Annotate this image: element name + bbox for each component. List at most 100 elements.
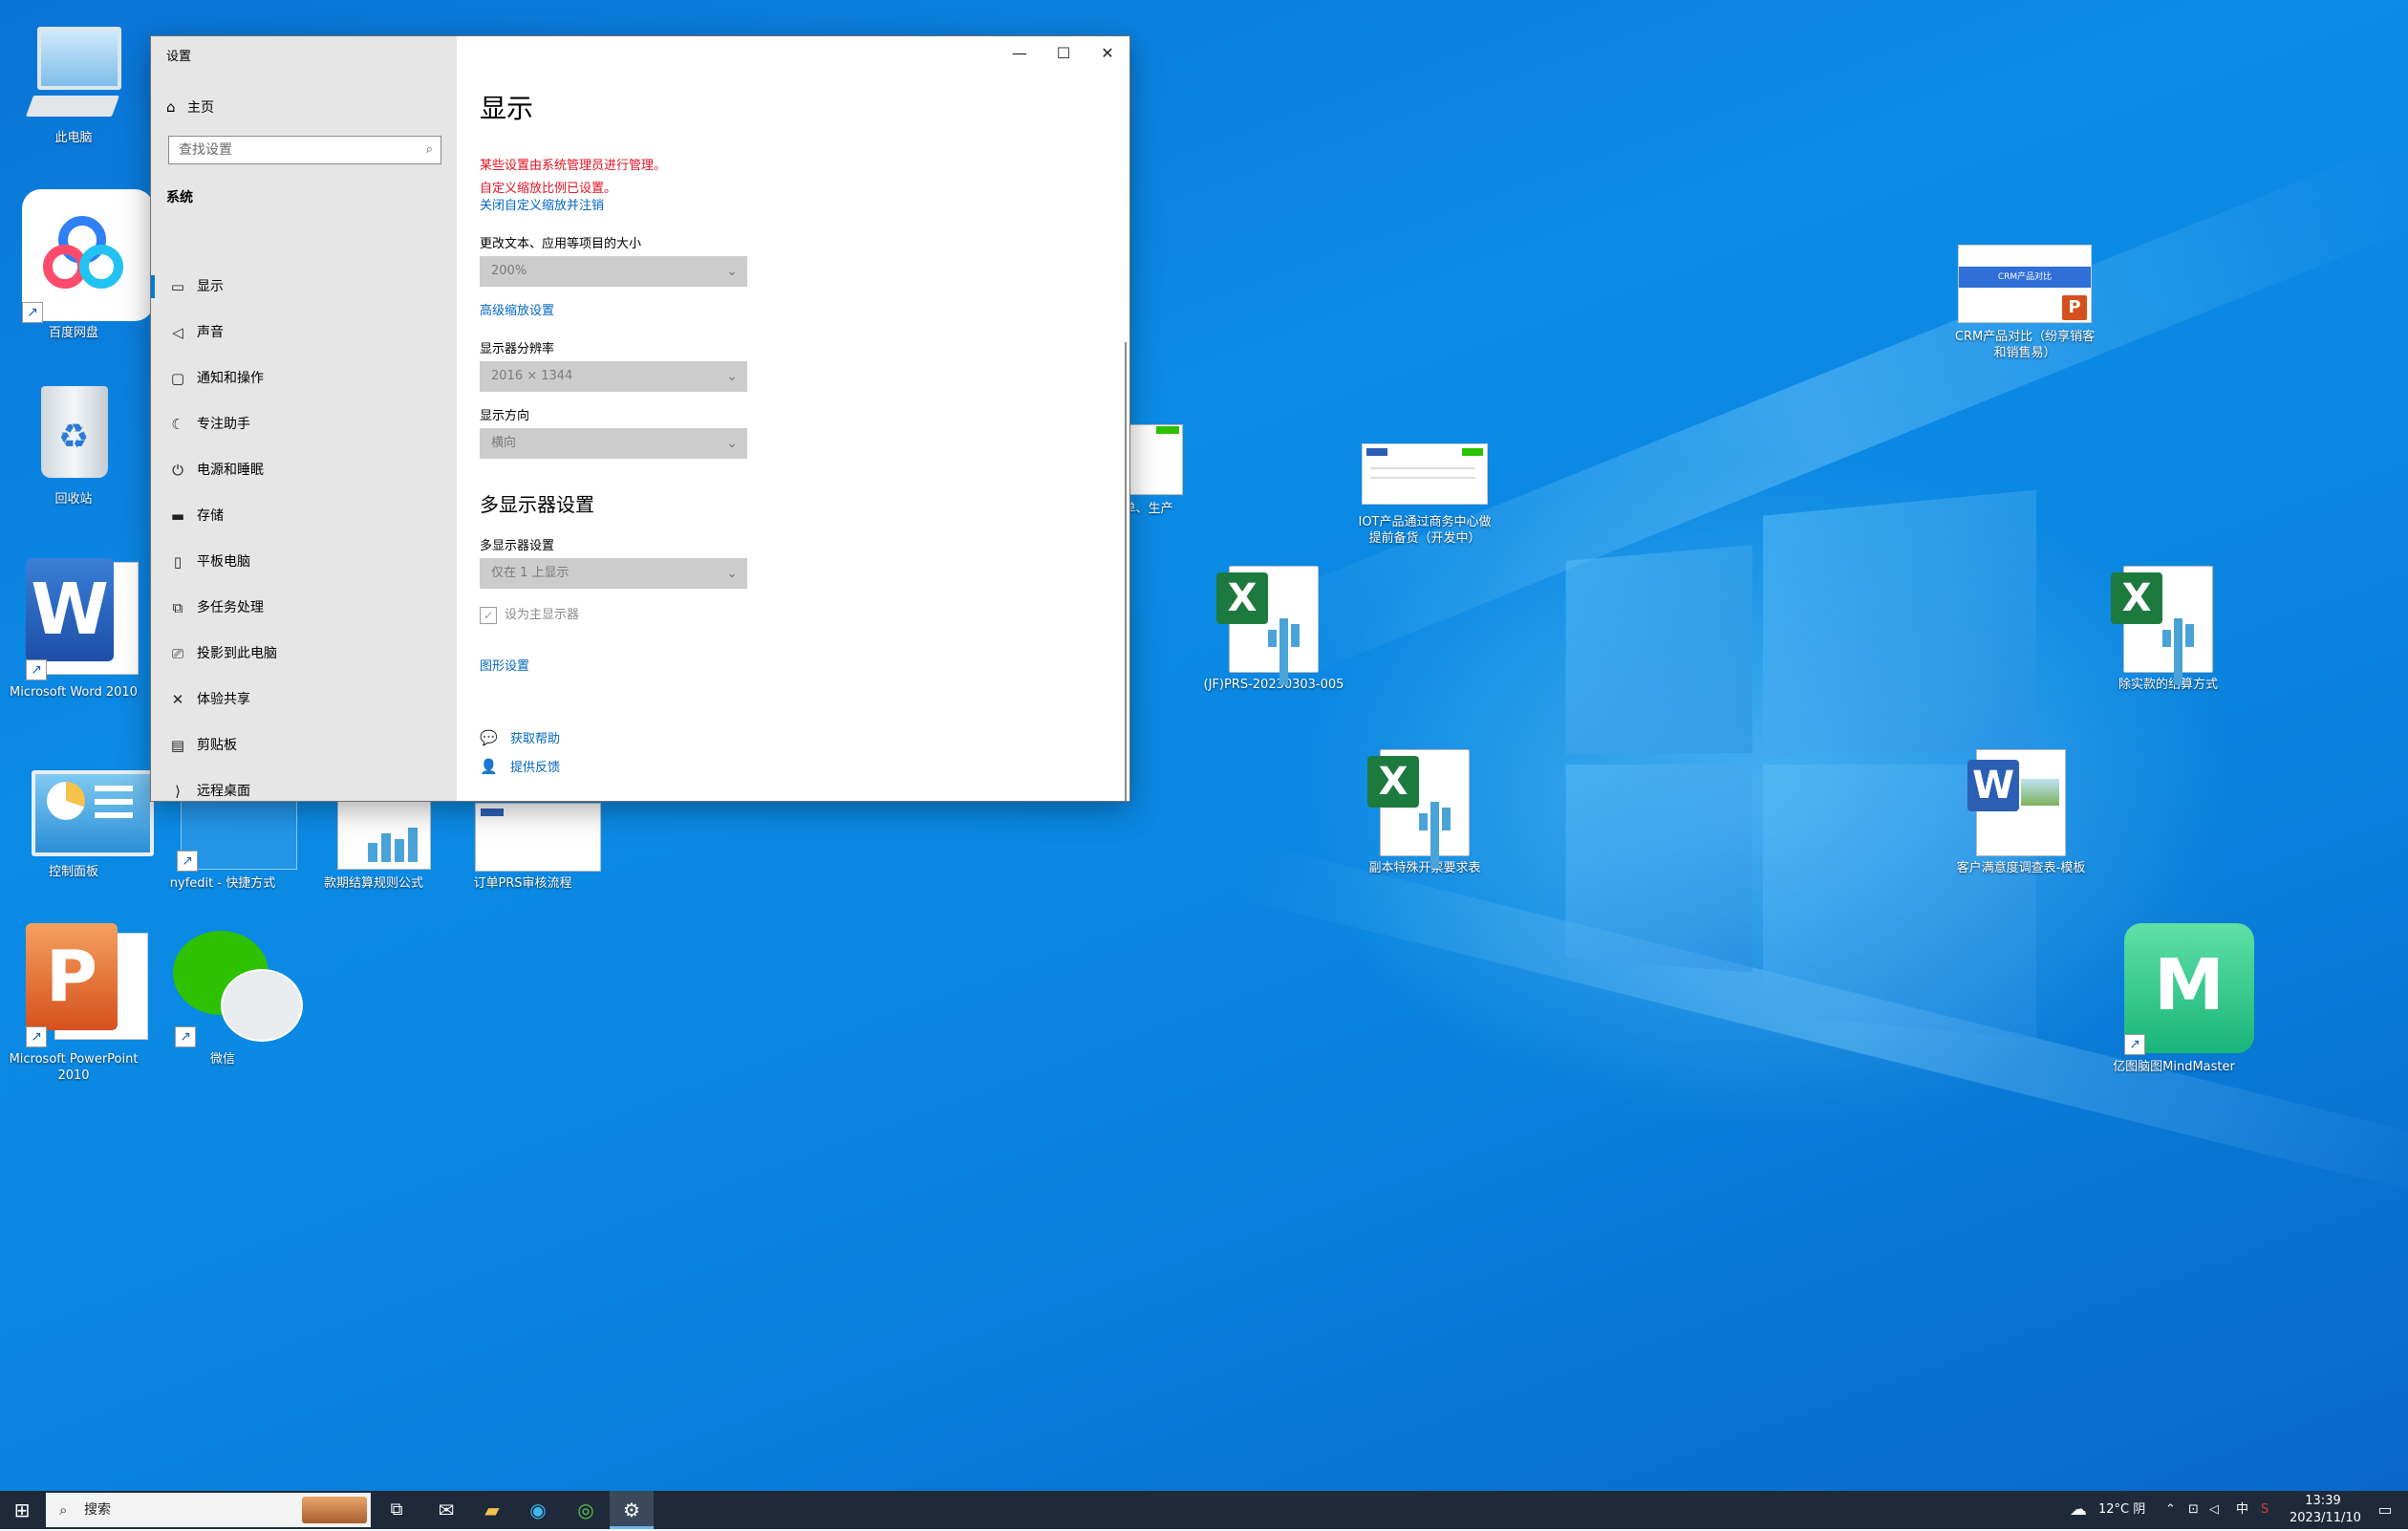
nav-item-shared-experiences[interactable]: ✕ 体验共享 (151, 677, 457, 722)
resolution-dropdown[interactable]: 2016 × 1344 ⌄ (480, 361, 747, 392)
mail-icon[interactable]: ✉ (424, 1491, 468, 1529)
scale-dropdown[interactable]: 200% ⌄ (480, 256, 747, 287)
resolution-label: 显示器分辨率 (480, 342, 555, 356)
browser-app-icon[interactable]: ◎ (564, 1491, 608, 1529)
ime-indicator[interactable]: 中 (2236, 1491, 2248, 1529)
clock[interactable]: 13:39 2023/11/10 (2290, 1493, 2361, 1531)
desktop-icon-wechat[interactable]: ↗ 微信 (151, 927, 303, 1067)
baidu-netdisk-icon: ↗ (16, 189, 154, 323)
edge-icon[interactable]: ◉ (516, 1491, 560, 1529)
multitask-icon: ⧉ (172, 599, 183, 616)
task-view-button[interactable]: ⧉ (375, 1491, 419, 1529)
monitor-icon: ▭ (170, 278, 185, 295)
clipboard-icon: ▤ (170, 737, 185, 754)
nav-item-display[interactable]: ▭ 显示 (151, 264, 457, 310)
graphics-settings-link[interactable]: 图形设置 (480, 656, 529, 674)
desktop-icon-special-invoice[interactable]: X 副本特殊开票要求表 (1353, 749, 1496, 876)
shortcut-arrow-icon: ↗ (22, 302, 43, 323)
app-tray-icon[interactable]: S (2261, 1491, 2280, 1529)
shortcut-arrow-icon: ↗ (26, 659, 47, 680)
weather-text[interactable]: 12°C 阴 (2098, 1491, 2145, 1529)
shortcut-arrow-icon: ↗ (2124, 1034, 2145, 1055)
search-icon: ⌕ (425, 142, 433, 157)
desktop-icon-word[interactable]: W ↗ Microsoft Word 2010 (2, 558, 145, 701)
main-display-checkbox[interactable]: ✓ 设为主显示器 (480, 604, 579, 624)
desktop-icon-settlement-rules[interactable]: 款期结算规则公式 (302, 789, 445, 892)
shortcut-arrow-icon: ↗ (175, 1026, 196, 1047)
settings-nav-pane: ⌂ 主页 查找设置 ⌕ 系统 ▭ 显示 ◁ 声音 ▢ 通知和操作 ☾ 专注助手 ⏻… (151, 36, 457, 801)
desktop-icon-crm-compare[interactable]: CRM产品对比 P CRM产品对比（纷享销客和销售易） (1953, 245, 2096, 361)
multi-display-label: 多显示器设置 (480, 539, 555, 553)
desktop-icon-control-panel[interactable]: 控制面板 (2, 765, 154, 880)
help-chat-icon: 💬 (480, 729, 498, 746)
nyfedit-icon: ↗ (165, 789, 297, 872)
nav-item-remote-desktop[interactable]: ⟩ 远程桌面 (151, 768, 457, 801)
action-center-icon[interactable]: ▭ (2368, 1491, 2402, 1529)
taskbar: ⊞ ⌕ 搜索 ⧉ ✉ ▰ ◉ ◎ ⚙ ☁ 12°C 阴 ⌃ ⊡ ◁ 中 S 13… (0, 1491, 2408, 1529)
network-icon[interactable]: ⊡ (2188, 1491, 2207, 1529)
multi-display-dropdown[interactable]: 仅在 1 上显示 ⌄ (480, 558, 747, 589)
control-panel-icon (16, 765, 154, 860)
scrollbar[interactable] (1125, 342, 1127, 801)
desktop-icon-baidu-netdisk[interactable]: ↗ 百度网盘 (2, 189, 154, 341)
start-button[interactable]: ⊞ (0, 1491, 44, 1529)
nav-item-project-to-pc[interactable]: ⎚ 投影到此电脑 (151, 631, 457, 677)
nav-item-clipboard[interactable]: ▤ 剪贴板 (151, 722, 457, 768)
home-icon: ⌂ (166, 98, 176, 116)
nav-item-sound[interactable]: ◁ 声音 (151, 310, 457, 356)
desktop-icon-prs-20230303[interactable]: X (JF)PRS-20230303-005 (1202, 566, 1345, 693)
moon-icon: ☾ (171, 416, 184, 433)
desktop-icon-recycle-bin[interactable]: ♻ 回收站 (2, 380, 145, 507)
chevron-up-icon[interactable]: ⌃ (2165, 1491, 2184, 1529)
page-title: 显示 (480, 93, 534, 124)
taskbar-search-box[interactable]: ⌕ 搜索 (46, 1493, 371, 1527)
computer-icon (16, 19, 131, 126)
get-help-link[interactable]: 💬 获取帮助 (480, 728, 560, 746)
selection-indicator (151, 275, 155, 298)
multi-display-header: 多显示器设置 (480, 493, 594, 516)
excel-file-icon (316, 789, 431, 872)
chevron-down-icon: ⌄ (726, 264, 738, 279)
desktop-icon-settlement-method[interactable]: X 除实款的结算方式 (2096, 566, 2240, 693)
signout-custom-scaling-link[interactable]: 关闭自定义缩放并注销 (480, 195, 604, 213)
nav-item-notifications[interactable]: ▢ 通知和操作 (151, 356, 457, 401)
orientation-dropdown[interactable]: 横向 ⌄ (480, 428, 747, 459)
desktop-icon-this-pc[interactable]: 此电脑 (2, 19, 145, 146)
visio-file-thumbnail (465, 789, 601, 872)
desktop-icon-nyfedit[interactable]: ↗ nyfedit - 快捷方式 (151, 789, 297, 892)
nav-item-tablet[interactable]: ▯ 平板电脑 (151, 539, 457, 585)
volume-icon[interactable]: ◁ (2209, 1491, 2228, 1529)
nav-item-power-sleep[interactable]: ⏻ 电源和睡眠 (151, 447, 457, 493)
nav-item-focus-assist[interactable]: ☾ 专注助手 (151, 401, 457, 447)
ppt-thumbnail: CRM产品对比 P (1958, 245, 2092, 323)
nav-item-multitasking[interactable]: ⧉ 多任务处理 (151, 585, 457, 631)
nav-home[interactable]: ⌂ 主页 (166, 97, 214, 117)
desktop-icon-mindmaster[interactable]: M ↗ 亿图脑图MindMaster (2102, 923, 2254, 1075)
checkmark-icon: ✓ (480, 606, 497, 624)
excel-file-icon: X (1216, 566, 1319, 685)
recycle-bin-icon: ♻ (16, 380, 131, 487)
remote-icon: ⟩ (175, 783, 181, 800)
settings-window: ⌂ 主页 查找设置 ⌕ 系统 ▭ 显示 ◁ 声音 ▢ 通知和操作 ☾ 专注助手 ⏻… (151, 36, 1129, 801)
share-icon: ✕ (171, 691, 184, 708)
project-icon: ⎚ (171, 645, 183, 662)
shortcut-arrow-icon: ↗ (177, 851, 198, 872)
nav-item-storage[interactable]: ▬ 存储 (151, 493, 457, 539)
file-explorer-icon[interactable]: ▰ (470, 1491, 514, 1529)
settings-taskbar-icon[interactable]: ⚙ (610, 1491, 654, 1529)
feedback-link[interactable]: 👤 提供反馈 (480, 757, 560, 775)
search-icon: ⌕ (59, 1501, 68, 1519)
speaker-icon: ◁ (172, 324, 183, 341)
advanced-scaling-link[interactable]: 高级缩放设置 (480, 300, 554, 318)
desktop-icon-iot-backorder[interactable]: IOT产品通过商务中心做提前备货（开发中） (1353, 443, 1496, 547)
desktop-icon-powerpoint[interactable]: P ↗ Microsoft PowerPoint 2010 (2, 923, 148, 1084)
word-file-icon: W (1967, 749, 2066, 856)
settings-search-input[interactable]: 查找设置 ⌕ (168, 136, 441, 164)
orientation-label: 显示方向 (480, 409, 530, 423)
nav-section-title: 系统 (166, 190, 193, 205)
wechat-icon: ↗ (165, 927, 303, 1047)
search-highlight-image (302, 1497, 367, 1523)
desktop-icon-satisfaction-survey[interactable]: W 客户满意度调查表-模板 (1949, 749, 2093, 876)
mindmaster-icon: M ↗ (2117, 923, 2254, 1055)
desktop-icon-order-prs-flow[interactable]: 订单PRS审核流程 (451, 789, 601, 892)
